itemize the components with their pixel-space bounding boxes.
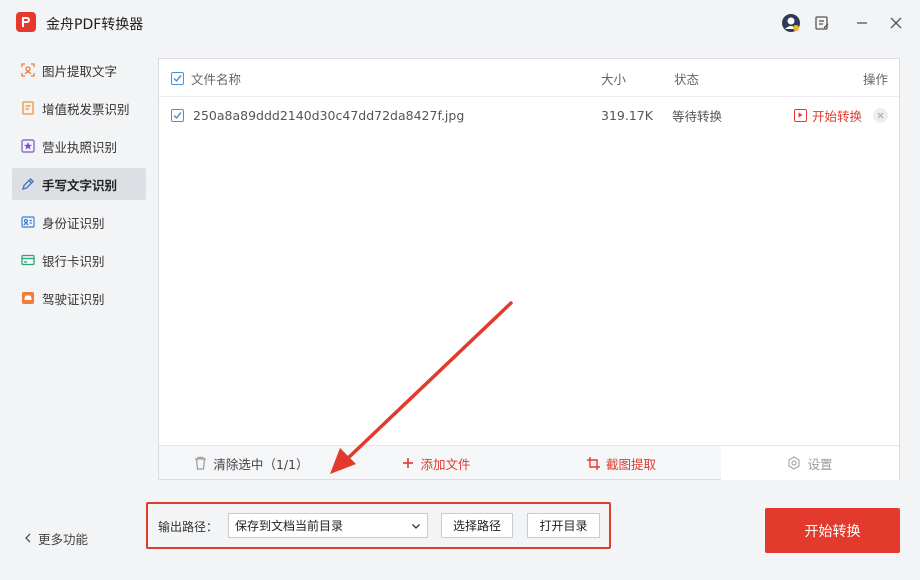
title-bar: 金舟PDF转换器 (0, 0, 920, 48)
row-checkbox[interactable] (171, 97, 184, 133)
sidebar-item-pen[interactable]: 手写文字识别 (12, 168, 146, 200)
minimize-icon[interactable] (851, 12, 873, 34)
clear-selected-label: 清除选中 (213, 456, 264, 472)
chevron-left-icon (24, 531, 32, 546)
table-row: 250a8a89ddd2140d30c47dd72da8427f.jpg 319… (159, 97, 899, 133)
sidebar-item-label: 营业执照识别 (42, 139, 118, 155)
output-path-selected: 保存到文档当前目录 (235, 519, 344, 533)
row-file-size: 319.17K (601, 107, 653, 123)
sidebar-item-invoice[interactable]: 增值税发票识别 (12, 92, 146, 124)
sidebar-item-id-card[interactable]: 身份证识别 (12, 206, 146, 238)
select-all-checkbox[interactable] (171, 59, 184, 97)
sidebar-item-car[interactable]: 驾驶证识别 (12, 282, 146, 314)
row-delete-icon[interactable] (873, 107, 888, 123)
row-start-convert-button[interactable]: 开始转换 (794, 106, 862, 125)
clear-selected-button[interactable]: 清除选中 （1/1） (159, 446, 344, 480)
screenshot-extract-label: 截图提取 (605, 456, 656, 472)
sidebar-item-label: 增值税发票识别 (42, 101, 130, 117)
sidebar-item-label: 手写文字识别 (42, 177, 118, 193)
clear-selected-count: （1/1） (263, 456, 309, 472)
license-star-icon (21, 139, 35, 153)
add-file-button[interactable]: 添加文件 (344, 446, 529, 480)
app-logo-icon (16, 12, 36, 32)
header-action: 操作 (863, 71, 889, 87)
output-path-label: 输出路径： (158, 520, 219, 534)
bank-card-icon (21, 253, 35, 267)
close-icon[interactable] (885, 12, 907, 34)
user-avatar-icon[interactable] (780, 12, 802, 34)
more-features-link[interactable]: 更多功能 (24, 529, 88, 548)
open-folder-button[interactable]: 打开目录 (527, 513, 600, 538)
row-status: 等待转换 (672, 108, 723, 124)
sidebar-item-label: 驾驶证识别 (42, 291, 105, 307)
sidebar-item-license-star[interactable]: 营业执照识别 (12, 130, 146, 162)
table-header: 文件名称 大小 状态 操作 (159, 59, 899, 97)
image-text-icon (21, 63, 35, 77)
sidebar-item-label: 银行卡识别 (42, 253, 105, 269)
file-list-panel: 文件名称 大小 状态 操作 250a8a89ddd2140d30c47dd72d… (158, 58, 900, 480)
app-title: 金舟PDF转换器 (46, 17, 144, 33)
screenshot-extract-button[interactable]: 截图提取 (529, 446, 714, 480)
more-features-label: 更多功能 (38, 532, 89, 547)
choose-path-button[interactable]: 选择路径 (441, 513, 513, 538)
id-card-icon (21, 215, 35, 229)
sidebar-item-bank-card[interactable]: 银行卡识别 (12, 244, 146, 276)
crop-icon (586, 456, 600, 470)
header-status: 状态 (674, 71, 700, 87)
sidebar-item-image-text[interactable]: 图片提取文字 (12, 54, 146, 86)
settings-label: 设置 (807, 456, 833, 472)
sidebar-item-label: 身份证识别 (42, 215, 105, 231)
row-start-convert-label: 开始转换 (812, 108, 863, 124)
gear-icon (787, 456, 801, 470)
plus-icon (402, 457, 414, 469)
header-file-name: 文件名称 (191, 71, 242, 87)
file-toolbar: 清除选中 （1/1） 添加文件 截图提取 设置 (159, 445, 899, 480)
trash-icon (194, 456, 207, 470)
start-convert-button[interactable]: 开始转换 (765, 508, 900, 553)
chevron-down-icon (411, 520, 421, 534)
header-size: 大小 (601, 71, 627, 87)
sidebar: 图片提取文字 增值税发票识别 营业执照识别 手写文字识别 身份证识别银行卡识别驾驶证识别 (0, 54, 152, 320)
car-icon (21, 291, 35, 305)
row-file-name: 250a8a89ddd2140d30c47dd72da8427f.jpg (193, 107, 465, 123)
settings-button[interactable]: 设置 (721, 446, 899, 480)
invoice-icon (21, 101, 35, 115)
feedback-icon[interactable] (811, 12, 833, 34)
play-icon (794, 108, 807, 122)
add-file-label: 添加文件 (420, 456, 471, 472)
pen-icon (21, 177, 35, 191)
sidebar-item-label: 图片提取文字 (42, 63, 118, 79)
output-path-select[interactable]: 保存到文档当前目录 (228, 513, 428, 538)
output-path-group: 输出路径： 保存到文档当前目录 选择路径 打开目录 (146, 502, 611, 549)
